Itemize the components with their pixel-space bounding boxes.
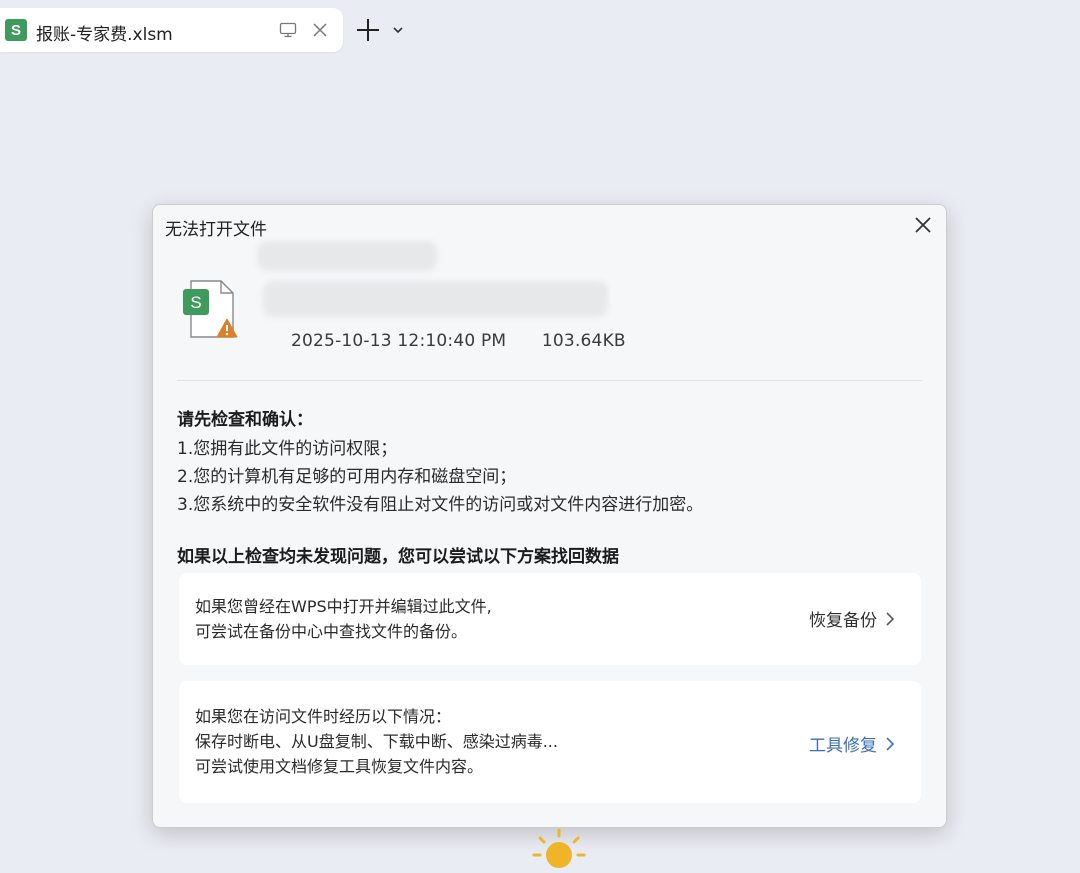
card-line: 可尝试在备份中心中查找文件的备份。 <box>195 622 468 641</box>
close-icon[interactable] <box>913 215 933 235</box>
file-time: 12:10:40 PM <box>397 331 507 351</box>
card-description: 如果您在访问文件时经历以下情况： 保存时断电、从U盘复制、下载中断、感染过病毒.… <box>195 704 558 779</box>
dialog-title: 无法打开文件 <box>165 220 267 240</box>
restore-backup-button[interactable]: 恢复备份 <box>809 606 895 631</box>
tool-repair-label: 工具修复 <box>809 736 877 756</box>
check-item: 1.您拥有此文件的访问权限； <box>177 439 398 459</box>
file-size: 103.64KB <box>541 331 626 351</box>
card-line: 保存时断电、从U盘复制、下载中断、感染过病毒... <box>195 732 558 751</box>
redacted-filename <box>257 241 437 271</box>
svg-text:S: S <box>190 293 201 312</box>
backup-recovery-card: 如果您曾经在WPS中打开并编辑过此文件, 可尝试在备份中心中查找文件的备份。 恢… <box>179 573 921 665</box>
check-title: 请先检查和确认： <box>177 410 313 430</box>
spreadsheet-file-warning-icon: S <box>183 280 238 338</box>
divider <box>177 380 922 381</box>
redacted-filepath <box>263 281 608 317</box>
plus-icon[interactable] <box>355 17 381 43</box>
recover-title: 如果以上检查均未发现问题，您可以尝试以下方案找回数据 <box>177 547 619 567</box>
file-date: 2025-10-13 <box>291 331 392 351</box>
chevron-right-icon <box>886 736 895 751</box>
app-window: S 报账-专家费.xlsm 无法打开文件 S 2025-10-13 12:10:… <box>0 0 1080 873</box>
card-line: 如果您在访问文件时经历以下情况： <box>195 707 452 726</box>
tab-bar: S 报账-专家费.xlsm <box>0 0 1080 60</box>
tool-repair-button[interactable]: 工具修复 <box>809 731 895 756</box>
restore-backup-label: 恢复备份 <box>809 611 877 631</box>
error-dialog: 无法打开文件 S 2025-10-13 12:10:40 PM 103.64KB… <box>152 204 947 828</box>
file-metadata: 2025-10-13 12:10:40 PM 103.64KB <box>291 331 626 351</box>
card-line: 可尝试使用文档修复工具恢复文件内容。 <box>195 757 484 776</box>
tab-title: 报账-专家费.xlsm <box>36 25 173 45</box>
chevron-down-icon[interactable] <box>391 23 405 37</box>
card-description: 如果您曾经在WPS中打开并编辑过此文件, 可尝试在备份中心中查找文件的备份。 <box>195 594 492 644</box>
sun-icon <box>532 828 586 868</box>
monitor-icon[interactable] <box>279 22 297 38</box>
tab-document[interactable]: S 报账-专家费.xlsm <box>0 8 343 52</box>
spreadsheet-icon: S <box>5 19 27 41</box>
chevron-right-icon <box>886 611 895 626</box>
close-icon[interactable] <box>310 20 330 40</box>
check-item: 3.您系统中的安全软件没有阻止对文件的访问或对文件内容进行加密。 <box>177 495 704 515</box>
check-item: 2.您的计算机有足够的可用内存和磁盘空间； <box>177 467 517 487</box>
card-line: 如果您曾经在WPS中打开并编辑过此文件, <box>195 597 492 616</box>
repair-tool-card: 如果您在访问文件时经历以下情况： 保存时断电、从U盘复制、下载中断、感染过病毒.… <box>179 681 921 803</box>
check-list: 1.您拥有此文件的访问权限； 2.您的计算机有足够的可用内存和磁盘空间； 3.您… <box>177 435 703 519</box>
